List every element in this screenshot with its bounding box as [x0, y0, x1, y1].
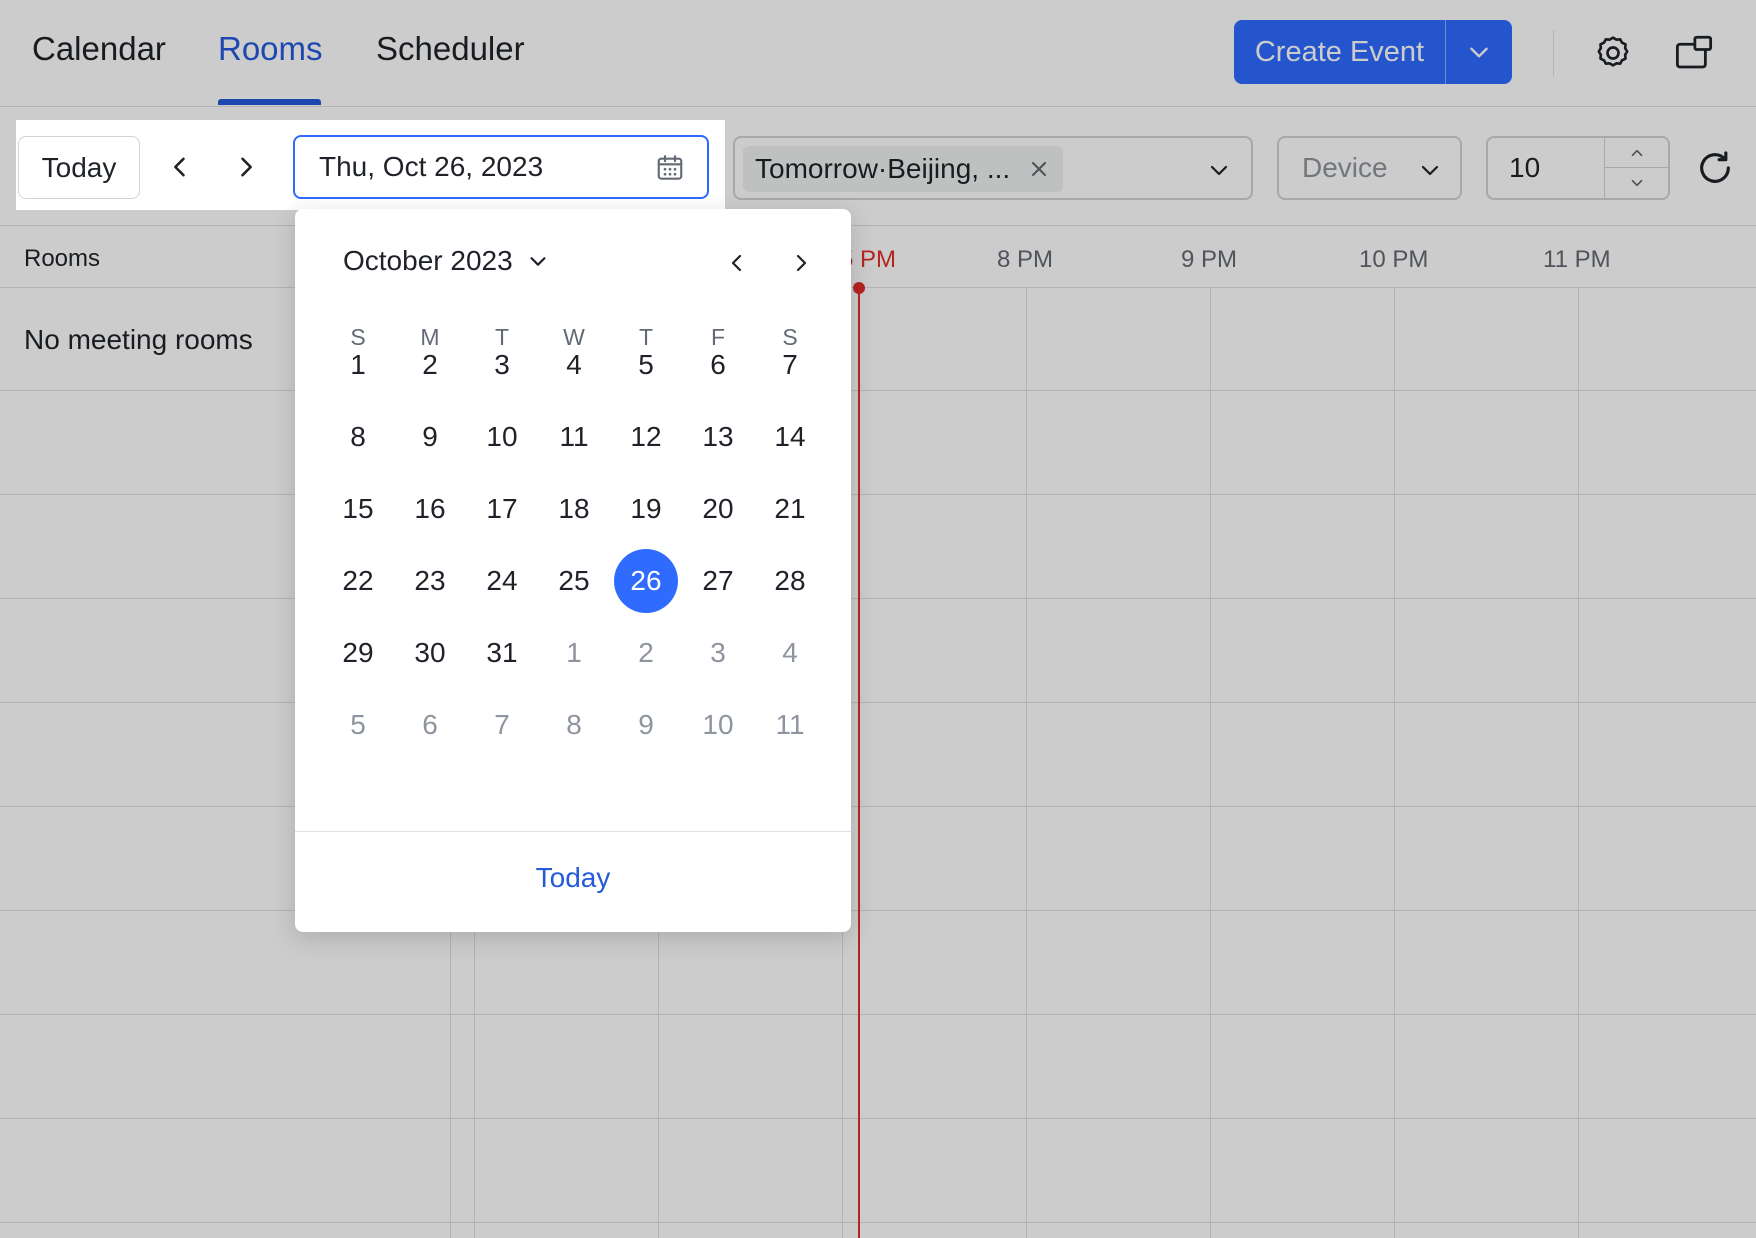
day-cell[interactable]: 22	[326, 549, 390, 613]
day-cell-other-month[interactable]: 11	[758, 693, 822, 757]
day-cell[interactable]: 8	[326, 405, 390, 469]
day-cell-selected[interactable]: 26	[614, 549, 678, 613]
day-cell[interactable]: 23	[398, 549, 462, 613]
day-cell[interactable]: 24	[470, 549, 534, 613]
chevron-left-icon	[731, 254, 742, 272]
day-cell[interactable]: 21	[758, 477, 822, 541]
day-cell[interactable]: 15	[326, 477, 390, 541]
date-picker-popover: October 2023 S M T W T F S 1 2 3 4 5 6 7 8 9 10 11…	[295, 209, 851, 932]
day-cell[interactable]: 30	[398, 621, 462, 685]
day-cell[interactable]: 1	[326, 333, 390, 397]
date-input-highlighted[interactable]: Thu, Oct 26, 2023	[293, 135, 709, 199]
day-cell[interactable]: 28	[758, 549, 822, 613]
day-cell[interactable]: 27	[686, 549, 750, 613]
day-cell[interactable]: 6	[686, 333, 750, 397]
calendar-icon	[657, 155, 683, 180]
jump-to-today-link[interactable]: Today	[295, 862, 851, 894]
day-cell-other-month[interactable]: 4	[758, 621, 822, 685]
today-button-highlighted[interactable]: Today	[18, 136, 140, 199]
day-cell[interactable]: 31	[470, 621, 534, 685]
day-cell[interactable]: 2	[398, 333, 462, 397]
day-cell[interactable]: 3	[470, 333, 534, 397]
next-month-button[interactable]	[783, 245, 819, 281]
chevron-right-icon	[796, 254, 807, 272]
day-cell-other-month[interactable]: 5	[326, 693, 390, 757]
month-year-selector[interactable]: October 2023	[343, 245, 549, 277]
day-cell[interactable]: 7	[758, 333, 822, 397]
day-cell[interactable]: 9	[398, 405, 462, 469]
day-cell[interactable]: 18	[542, 477, 606, 541]
previous-month-button[interactable]	[719, 245, 755, 281]
previous-day-button-highlighted[interactable]	[158, 140, 202, 194]
day-cell[interactable]: 12	[614, 405, 678, 469]
day-cell-other-month[interactable]: 8	[542, 693, 606, 757]
month-year-label: October 2023	[343, 245, 513, 276]
day-cell[interactable]: 14	[758, 405, 822, 469]
day-cell[interactable]: 29	[326, 621, 390, 685]
day-cell-other-month[interactable]: 10	[686, 693, 750, 757]
day-cell[interactable]: 4	[542, 333, 606, 397]
day-cell-other-month[interactable]: 7	[470, 693, 534, 757]
chevron-down-icon	[530, 257, 546, 266]
day-cell-other-month[interactable]: 3	[686, 621, 750, 685]
next-day-button-highlighted[interactable]	[224, 140, 268, 194]
date-input-value: Thu, Oct 26, 2023	[319, 151, 544, 182]
day-cell[interactable]: 16	[398, 477, 462, 541]
day-cell[interactable]: 13	[686, 405, 750, 469]
day-cell[interactable]: 25	[542, 549, 606, 613]
day-cell-other-month[interactable]: 9	[614, 693, 678, 757]
chevron-left-icon	[174, 157, 185, 177]
date-picker-footer: Today	[295, 831, 851, 932]
day-cell[interactable]: 5	[614, 333, 678, 397]
day-cell-other-month[interactable]: 1	[542, 621, 606, 685]
app-window: Calendar Rooms Scheduler Create Event To…	[0, 0, 1756, 1238]
day-cell[interactable]: 10	[470, 405, 534, 469]
day-cell-other-month[interactable]: 2	[614, 621, 678, 685]
day-cell[interactable]: 17	[470, 477, 534, 541]
chevron-right-icon	[241, 157, 252, 177]
day-cell[interactable]: 11	[542, 405, 606, 469]
day-cell[interactable]: 20	[686, 477, 750, 541]
date-controls-highlight: Today Thu, Oct 26, 2023	[16, 120, 725, 210]
day-cell[interactable]: 19	[614, 477, 678, 541]
day-cell-other-month[interactable]: 6	[398, 693, 462, 757]
